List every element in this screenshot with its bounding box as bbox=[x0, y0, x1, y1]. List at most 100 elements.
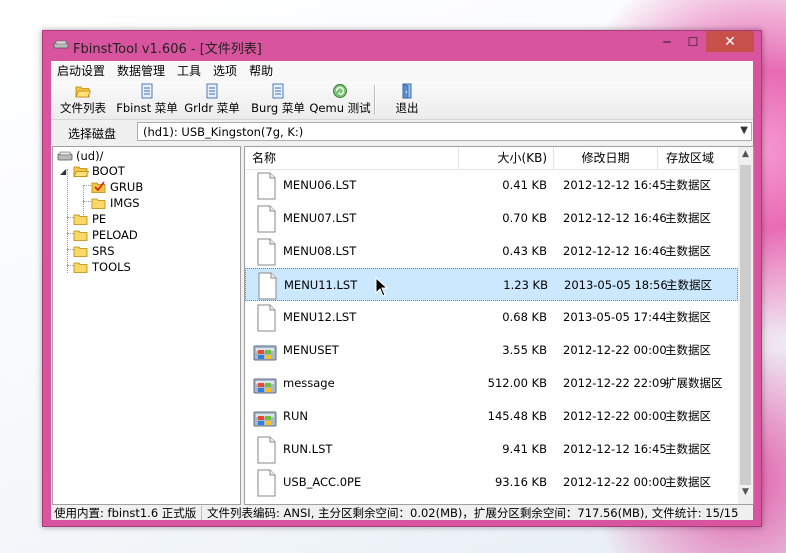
file-area: 主数据区 bbox=[665, 343, 711, 357]
menu-options[interactable]: 选项 bbox=[207, 61, 243, 81]
file-name: MENUSET bbox=[283, 343, 339, 357]
file-area: 主数据区 bbox=[665, 310, 711, 324]
disk-drive-icon bbox=[57, 151, 73, 161]
table-row[interactable]: RUN 145.48 KB 2012-12-22 00:00 主数据区 bbox=[245, 400, 738, 433]
scroll-thumb[interactable] bbox=[740, 165, 751, 485]
scroll-up-icon[interactable]: ▲ bbox=[738, 149, 753, 163]
table-row[interactable]: MENU07.LST 0.70 KB 2012-12-12 16:46 主数据区 bbox=[245, 202, 738, 235]
table-row[interactable]: MENU12.LST 0.68 KB 2013-05-05 17:44 主数据区 bbox=[245, 301, 738, 334]
status-bar: 使用内置: fbinst1.6 正式版 文件列表编码: ANSI, 主分区剩余空… bbox=[51, 506, 753, 520]
file-name: MENU07.LST bbox=[283, 211, 357, 225]
grldr-menu-label: Grldr 菜单 bbox=[184, 101, 240, 115]
folder-icon bbox=[91, 198, 106, 209]
folder-icon bbox=[73, 214, 88, 225]
table-row[interactable]: RUN.LST 9.41 KB 2012-12-12 16:45 主数据区 bbox=[245, 433, 738, 466]
document-icon bbox=[257, 469, 276, 497]
tree-label-boot: BOOT bbox=[92, 164, 125, 178]
file-area: 主数据区 bbox=[666, 278, 712, 292]
title-bar[interactable]: FbinstTool v1.606 - [文件列表] ─ ☐ ✕ bbox=[43, 31, 761, 61]
column-header-name[interactable]: 名称 bbox=[245, 147, 459, 169]
table-row[interactable]: MENU06.LST 0.41 KB 2012-12-12 16:45 主数据区 bbox=[245, 169, 738, 202]
menu-document-icon bbox=[141, 83, 153, 99]
file-list[interactable]: 名称 大小(KB) 修改日期 存放区域 MENU06.LST 0.41 KB 201… bbox=[244, 146, 754, 505]
qemu-test-button[interactable]: Qemu 测试 bbox=[309, 83, 371, 117]
file-size: 0.68 KB bbox=[502, 310, 547, 324]
tree-label-imgs: IMGS bbox=[110, 196, 140, 210]
folder-tree[interactable]: (ud)/ ◢ BOOT GRUB IMGS PE PELOAD SRS TOO… bbox=[52, 146, 241, 505]
close-button[interactable]: ✕ bbox=[706, 31, 754, 52]
file-name: USB_ACC.0PE bbox=[283, 475, 362, 489]
file-date: 2013-05-05 18:56 bbox=[564, 278, 668, 292]
exit-button[interactable]: 退出 bbox=[387, 83, 427, 117]
fbinst-menu-button[interactable]: Fbinst 菜单 bbox=[115, 83, 179, 117]
file-size: 9.41 KB bbox=[502, 442, 547, 456]
column-header-date[interactable]: 修改日期 bbox=[554, 147, 658, 169]
file-name: message bbox=[283, 376, 335, 390]
file-area: 主数据区 bbox=[665, 211, 711, 225]
document-icon bbox=[257, 436, 276, 464]
file-date: 2012-12-22 00:00 bbox=[563, 409, 667, 423]
maximize-button[interactable]: ☐ bbox=[680, 31, 706, 52]
table-row[interactable]: MENUSET 3.55 KB 2012-12-22 00:00 主数据区 bbox=[245, 334, 738, 367]
table-row[interactable]: MENU08.LST 0.43 KB 2012-12-12 16:46 主数据区 bbox=[245, 235, 738, 268]
file-name: MENU08.LST bbox=[283, 244, 357, 258]
disk-drive-icon bbox=[53, 40, 69, 49]
tree-item-pe[interactable]: PE bbox=[73, 211, 106, 227]
file-size: 145.48 KB bbox=[487, 409, 547, 423]
disk-select-dropdown[interactable]: (hd1): USB_Kingston(7g, K:) ▼ bbox=[137, 122, 752, 141]
file-size: 93.16 KB bbox=[494, 475, 547, 489]
document-icon bbox=[257, 238, 276, 266]
table-row[interactable]: message 512.00 KB 2012-12-22 22:09 扩展数据区 bbox=[245, 367, 738, 400]
column-header-area[interactable]: 存放区域 bbox=[658, 147, 738, 169]
chevron-down-icon[interactable]: ▼ bbox=[740, 125, 748, 136]
tree-item-root[interactable]: (ud)/ bbox=[57, 148, 103, 164]
disk-bar: 选择磁盘 (hd1): USB_Kingston(7g, K:) ▼ bbox=[51, 120, 753, 145]
tree-item-peload[interactable]: PELOAD bbox=[73, 227, 138, 243]
tree-item-srs[interactable]: SRS bbox=[73, 243, 115, 259]
windows-app-icon bbox=[253, 411, 277, 427]
fbinst-menu-label: Fbinst 菜单 bbox=[116, 101, 178, 115]
table-row[interactable]: USB_ACC.0PE 93.16 KB 2012-12-22 00:00 主数据区 bbox=[245, 466, 738, 499]
file-date: 2012-12-22 00:00 bbox=[563, 475, 667, 489]
tree-item-boot[interactable]: BOOT bbox=[73, 163, 125, 179]
folder-icon bbox=[73, 230, 88, 241]
minimize-button[interactable]: ─ bbox=[654, 31, 680, 52]
grldr-menu-button[interactable]: Grldr 菜单 bbox=[181, 83, 243, 117]
qemu-disc-icon bbox=[333, 84, 347, 98]
menu-help[interactable]: 帮助 bbox=[243, 61, 279, 81]
file-date: 2012-12-12 16:46 bbox=[563, 211, 667, 225]
menu-boot-settings[interactable]: 启动设置 bbox=[51, 61, 111, 81]
scroll-down-icon[interactable]: ▼ bbox=[738, 487, 753, 501]
vertical-scrollbar[interactable]: ▲ ▼ bbox=[738, 147, 753, 504]
burg-menu-button[interactable]: Burg 菜单 bbox=[247, 83, 309, 117]
menu-tools[interactable]: 工具 bbox=[171, 61, 207, 81]
menu-data-management[interactable]: 数据管理 bbox=[111, 61, 171, 81]
menu-document-icon bbox=[272, 83, 284, 99]
tree-item-tools[interactable]: TOOLS bbox=[73, 259, 131, 275]
tree-label-grub: GRUB bbox=[110, 180, 144, 194]
file-list-button[interactable]: 文件列表 bbox=[55, 83, 111, 117]
file-area: 主数据区 bbox=[665, 475, 711, 489]
windows-app-icon bbox=[253, 378, 277, 394]
file-date: 2013-05-05 17:44 bbox=[563, 310, 667, 324]
file-size: 0.41 KB bbox=[502, 178, 547, 192]
document-icon bbox=[258, 272, 277, 300]
expander-icon[interactable]: ◢ bbox=[60, 167, 66, 176]
table-row[interactable]: MENU11.LST 1.23 KB 2013-05-05 18:56 主数据区 bbox=[245, 268, 738, 301]
tree-label-tools: TOOLS bbox=[92, 260, 131, 274]
file-size: 0.43 KB bbox=[502, 244, 547, 258]
menu-bar: 启动设置 数据管理 工具 选项 帮助 bbox=[51, 61, 753, 81]
file-name: MENU11.LST bbox=[284, 278, 358, 292]
exit-label: 退出 bbox=[395, 101, 419, 115]
tree-label-peload: PELOAD bbox=[92, 228, 138, 242]
folder-open-icon bbox=[75, 86, 91, 98]
tree-item-imgs[interactable]: IMGS bbox=[91, 195, 140, 211]
tree-guide-line bbox=[83, 201, 91, 202]
tree-item-grub[interactable]: GRUB bbox=[91, 179, 143, 195]
toolbar: 文件列表 Fbinst 菜单 Grldr 菜单 Burg 菜单 Qemu 测试 … bbox=[51, 81, 753, 120]
burg-menu-label: Burg 菜单 bbox=[251, 101, 305, 115]
column-header-size[interactable]: 大小(KB) bbox=[459, 147, 554, 169]
file-area: 主数据区 bbox=[665, 409, 711, 423]
client-area: 启动设置 数据管理 工具 选项 帮助 文件列表 Fbinst 菜单 Grldr … bbox=[51, 61, 754, 520]
mouse-cursor-icon bbox=[375, 277, 389, 297]
